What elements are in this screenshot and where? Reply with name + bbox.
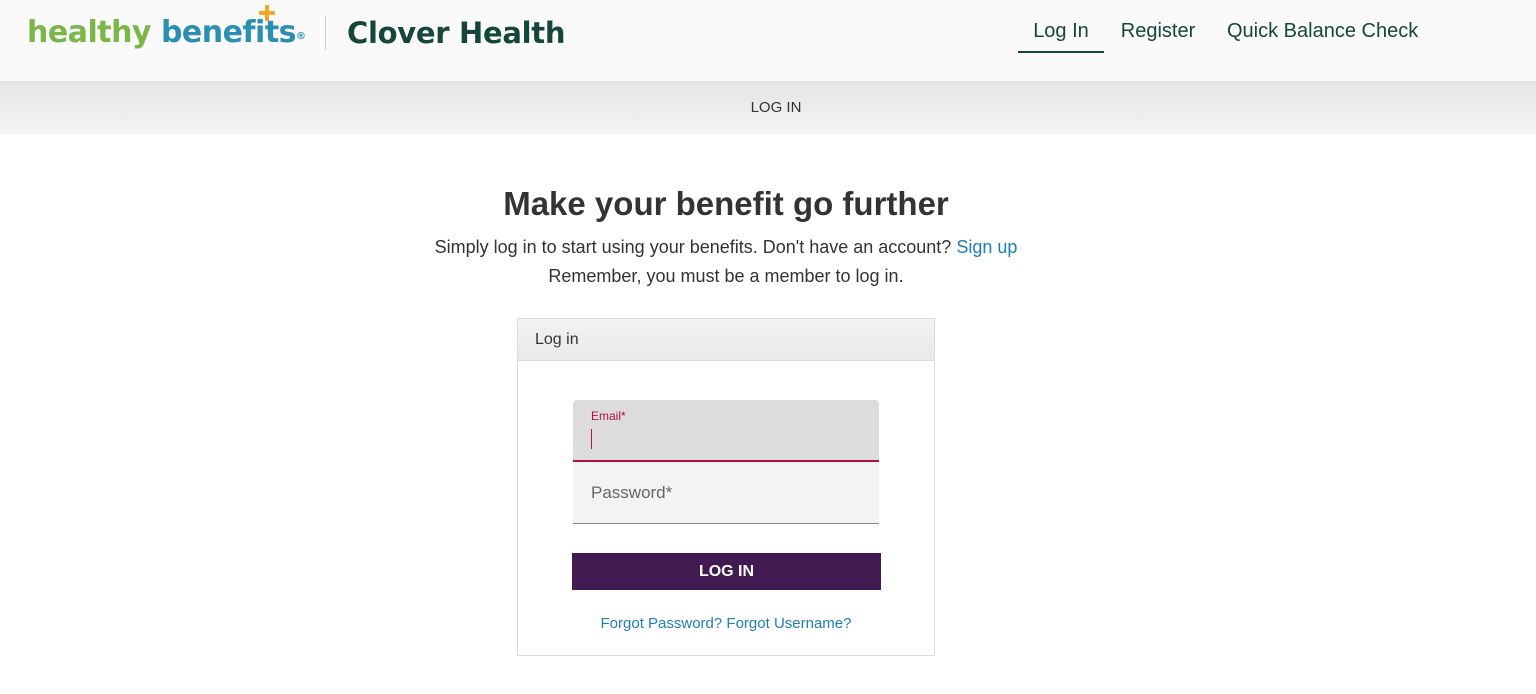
password-input[interactable] (591, 480, 861, 506)
login-card: Log in Email* LOG IN Forgot Password? Fo… (517, 318, 935, 656)
logo-divider (325, 16, 326, 50)
page-title-bar: LOG IN (0, 82, 1536, 134)
clover-health-logo[interactable]: Clover Health (347, 14, 565, 52)
email-label: Email* (591, 409, 626, 423)
logo-word-healthy: healthy (27, 15, 152, 50)
nav-register[interactable]: Register (1120, 16, 1196, 53)
password-field[interactable] (573, 462, 879, 524)
intro-line-1: Simply log in to start using your benefi… (0, 233, 1452, 262)
text-caret (591, 429, 592, 449)
email-field[interactable]: Email* (573, 400, 879, 462)
nav-quick-balance-check[interactable]: Quick Balance Check (1227, 16, 1418, 53)
registered-mark: ® (296, 31, 306, 42)
plus-icon (259, 5, 275, 21)
intro-line-2: Remember, you must be a member to log in… (548, 266, 904, 286)
forgot-links: Forgot Password? Forgot Username? (518, 615, 934, 632)
login-card-header: Log in (518, 319, 934, 361)
forgot-password-link[interactable]: Forgot Password? (601, 615, 723, 632)
login-button[interactable]: LOG IN (572, 553, 881, 590)
forgot-username-link[interactable]: Forgot Username? (726, 615, 851, 632)
intro-line-1-text: Simply log in to start using your benefi… (434, 237, 952, 257)
page-headline: Make your benefit go further (503, 185, 949, 222)
site-header: healthy benefits® Clover Health Log In R… (0, 0, 1536, 82)
nav-log-in[interactable]: Log In (1018, 16, 1104, 53)
sign-up-link[interactable]: Sign up (956, 237, 1017, 257)
logo-word-benefits: benefits (160, 15, 297, 50)
intro-text: Simply log in to start using your benefi… (0, 233, 1452, 291)
email-input[interactable] (591, 428, 861, 450)
